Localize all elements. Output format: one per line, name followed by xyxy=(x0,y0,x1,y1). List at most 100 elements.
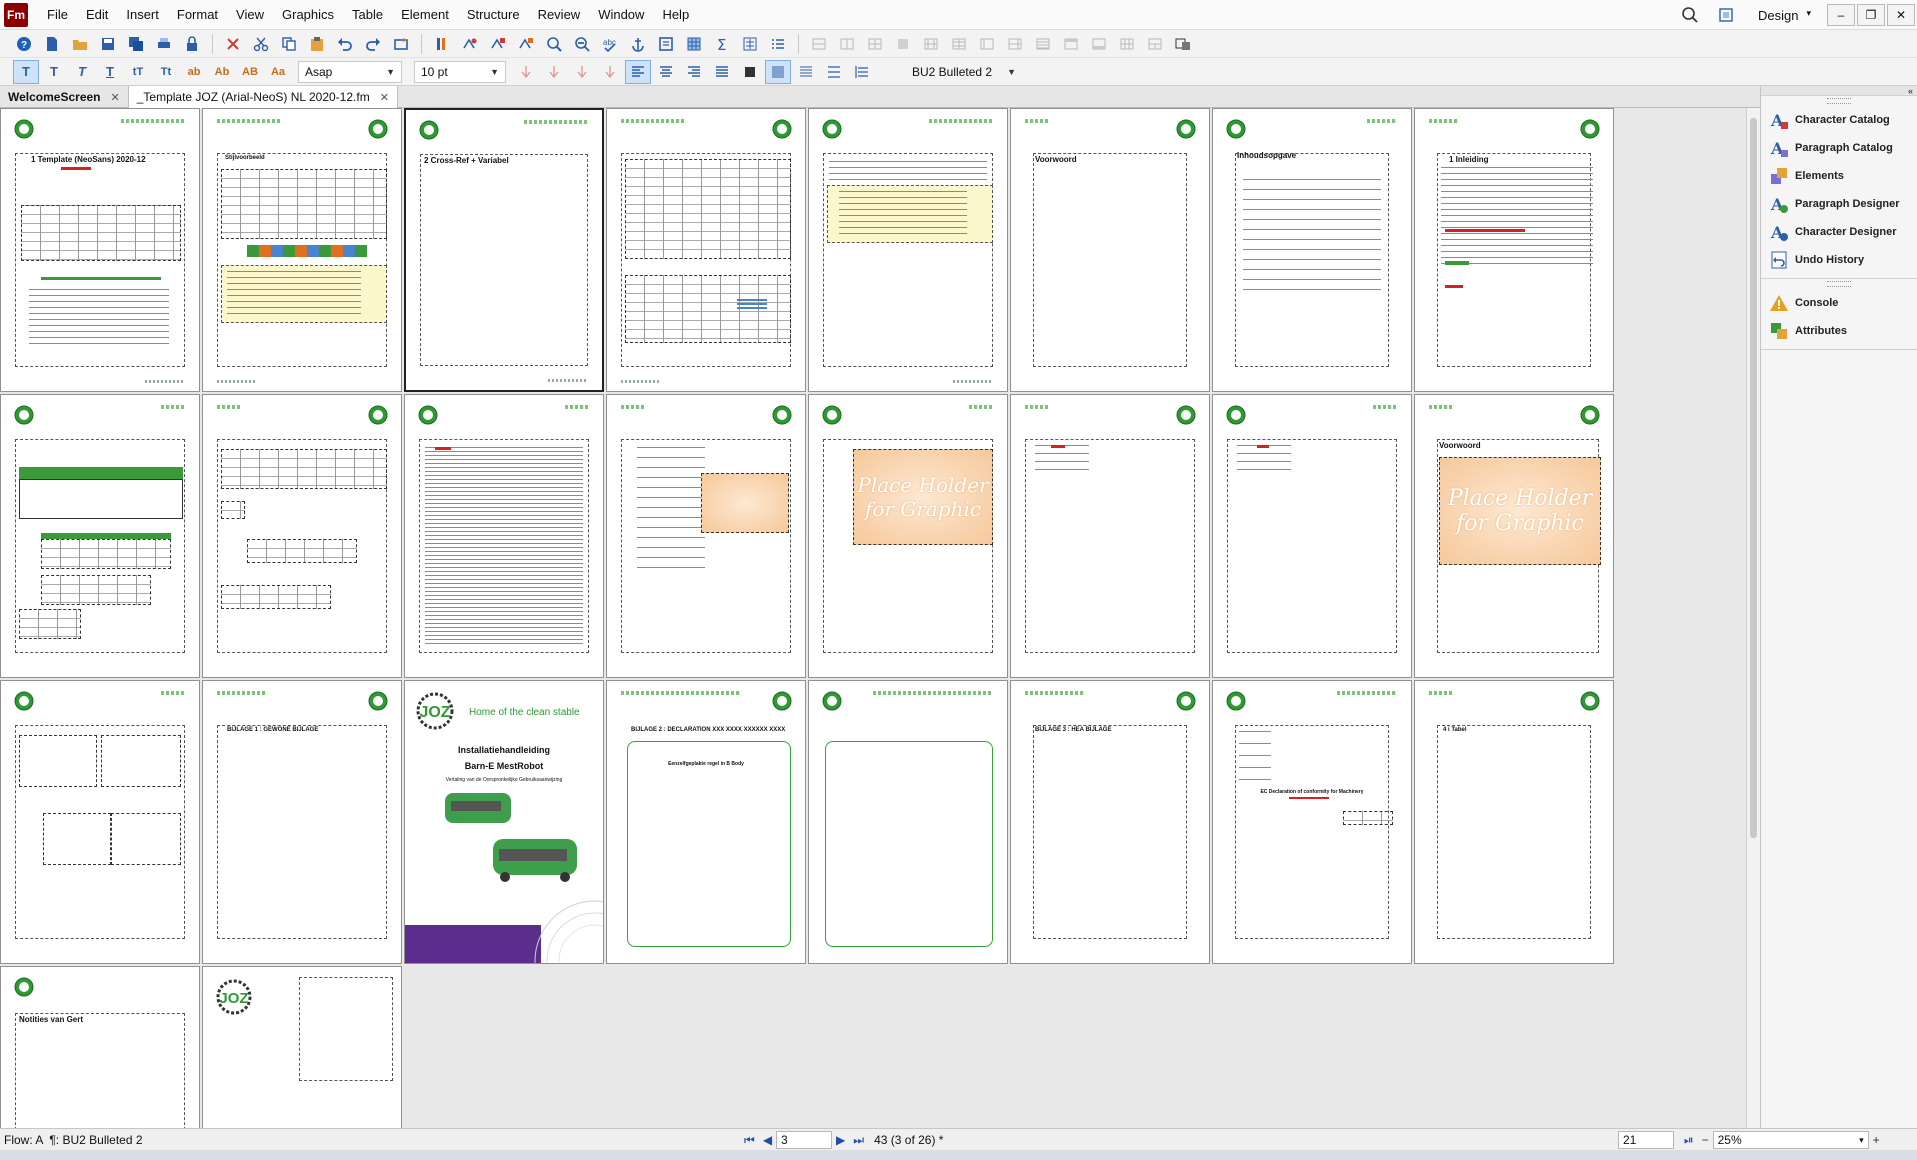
tab-welcome-screen[interactable]: WelcomeScreen ✕ xyxy=(0,86,129,108)
page-thumbnail[interactable] xyxy=(404,394,604,678)
font-size-select[interactable]: 10 pt ▼ xyxy=(414,60,506,83)
panel-collapse-button[interactable]: « xyxy=(1761,86,1917,96)
font-family-select[interactable]: Asap ▼ xyxy=(298,60,402,83)
tab-template-document[interactable]: _Template JOZ (Arial-NeoS) NL 2020-12.fm… xyxy=(128,86,398,108)
menu-help[interactable]: Help xyxy=(653,0,698,30)
align-right-icon[interactable] xyxy=(681,60,707,84)
table-insert-row-icon[interactable] xyxy=(806,32,832,56)
table-footer-icon[interactable] xyxy=(1086,32,1112,56)
paragraph-block-icon[interactable] xyxy=(737,60,763,84)
panel-undo-history[interactable]: Undo History xyxy=(1761,246,1917,274)
page-number-input[interactable]: 3 xyxy=(776,1131,833,1149)
page-thumbnail[interactable] xyxy=(0,680,200,964)
lock-icon[interactable] xyxy=(179,32,205,56)
page-thumbnail[interactable] xyxy=(606,108,806,392)
new-document-icon[interactable] xyxy=(39,32,65,56)
align-objects-icon[interactable] xyxy=(737,32,763,56)
page-thumbnail[interactable]: BIJLAGE 3 : HEA BIJLAGE xyxy=(1010,680,1210,964)
page-thumbnail[interactable] xyxy=(606,394,806,678)
view-options-icon[interactable] xyxy=(1712,4,1740,26)
table-split-icon[interactable] xyxy=(946,32,972,56)
print-icon[interactable] xyxy=(151,32,177,56)
page-thumbnail[interactable]: Stijlvoorbeeld xyxy=(202,108,402,392)
page-thumbnail[interactable]: 1 Template (NeoSans) 2020-12 xyxy=(0,108,200,392)
kern-up-icon[interactable] xyxy=(569,60,595,84)
page-thumbnail[interactable] xyxy=(1212,394,1412,678)
page-thumbnail[interactable]: Inhoudsopgave xyxy=(1212,108,1412,392)
menu-insert[interactable]: Insert xyxy=(117,0,168,30)
menu-element[interactable]: Element xyxy=(392,0,458,30)
menu-table[interactable]: Table xyxy=(343,0,392,30)
page-thumbnail[interactable] xyxy=(1010,394,1210,678)
zoom-in-icon[interactable] xyxy=(541,32,567,56)
table-format-icon[interactable] xyxy=(1030,32,1056,56)
anchor-icon[interactable] xyxy=(625,32,651,56)
page-thumbnail[interactable]: Place Holder for Graphic xyxy=(808,394,1008,678)
align-center-icon[interactable] xyxy=(653,60,679,84)
page-thumbnail[interactable]: Voorwoord xyxy=(1010,108,1210,392)
panel-elements[interactable]: Elements xyxy=(1761,162,1917,190)
panel-character-designer[interactable]: A Character Designer xyxy=(1761,218,1917,246)
zoom-out-button[interactable]: − xyxy=(1702,1133,1709,1147)
table-select-icon[interactable] xyxy=(890,32,916,56)
panel-attributes[interactable]: Attributes xyxy=(1761,317,1917,345)
help-icon[interactable]: ? xyxy=(11,32,37,56)
panel-grip[interactable] xyxy=(1827,281,1851,287)
kern-down-icon[interactable] xyxy=(597,60,623,84)
text-case-initial-button[interactable]: Ab xyxy=(209,60,235,84)
page-thumbnail[interactable]: Voorwoord Place Holder for Graphic xyxy=(1414,394,1614,678)
text-case-lower-button[interactable]: ab xyxy=(181,60,207,84)
toggle-view-icon[interactable]: ⏯ xyxy=(1684,1133,1694,1148)
equation-icon[interactable]: Σ xyxy=(709,32,735,56)
table-cell-icon[interactable] xyxy=(862,32,888,56)
text-style-bold-button[interactable]: T xyxy=(41,60,67,84)
paste-icon[interactable] xyxy=(304,32,330,56)
text-style-underline-button[interactable]: T xyxy=(97,60,123,84)
text-style-superscript-button[interactable]: tT xyxy=(125,60,151,84)
save-icon[interactable] xyxy=(95,32,121,56)
align-justify-icon[interactable] xyxy=(709,60,735,84)
insert-footnote-icon[interactable] xyxy=(513,32,539,56)
line-spacing-single-icon[interactable] xyxy=(765,59,791,84)
page-thumbnail[interactable] xyxy=(0,394,200,678)
text-style-plain-button[interactable]: T xyxy=(13,59,39,84)
table-insert-column-icon[interactable] xyxy=(834,32,860,56)
menu-window[interactable]: Window xyxy=(589,0,653,30)
page-thumbnail[interactable]: Notities van Gert xyxy=(0,966,200,1128)
next-page-button[interactable]: ▶ xyxy=(836,1133,845,1147)
close-button[interactable]: ✕ xyxy=(1887,4,1915,26)
page-thumbnail[interactable]: BIJLAGE 1 : GEWONE BIJLAGE xyxy=(202,680,402,964)
vertical-scrollbar[interactable] xyxy=(1746,108,1760,1128)
text-style-subscript-button[interactable]: Tt xyxy=(153,60,179,84)
table-straddle-icon[interactable] xyxy=(1002,32,1028,56)
line-spacing-double-icon[interactable] xyxy=(821,60,847,84)
page-thumbnail[interactable]: 4 i Tabel xyxy=(1414,680,1614,964)
panel-grip[interactable] xyxy=(1827,98,1851,104)
copy-icon[interactable] xyxy=(276,32,302,56)
page-thumbnail[interactable] xyxy=(202,394,402,678)
menu-edit[interactable]: Edit xyxy=(77,0,117,30)
scrollbar-thumb[interactable] xyxy=(1750,118,1757,838)
menu-graphics[interactable]: Graphics xyxy=(273,0,343,30)
numbered-list-icon[interactable] xyxy=(765,32,791,56)
paragraph-tag-select[interactable]: BU2 Bulleted 2 ▼ xyxy=(906,61,1022,83)
text-style-italic-button[interactable]: T xyxy=(69,60,95,84)
menu-view[interactable]: View xyxy=(227,0,273,30)
table-header-icon[interactable] xyxy=(1058,32,1084,56)
page-thumbnail[interactable] xyxy=(808,680,1008,964)
insert-marker-icon[interactable] xyxy=(429,32,455,56)
workspace-switcher[interactable]: Design ▾ xyxy=(1758,8,1811,23)
close-icon[interactable]: ✕ xyxy=(111,91,120,104)
repeat-icon[interactable] xyxy=(388,32,414,56)
kern-left-icon[interactable] xyxy=(513,60,539,84)
panel-paragraph-designer[interactable]: A Paragraph Designer xyxy=(1761,190,1917,218)
cut-icon[interactable] xyxy=(248,32,274,56)
delete-icon[interactable] xyxy=(220,32,246,56)
text-frame-icon[interactable] xyxy=(653,32,679,56)
table-rotate-icon[interactable] xyxy=(974,32,1000,56)
page-thumbnail[interactable]: EC Declaration of conformity for Machine… xyxy=(1212,680,1412,964)
table-grid-icon[interactable] xyxy=(1114,32,1140,56)
first-page-button[interactable]: ⏮ xyxy=(744,1133,755,1148)
table-properties-icon[interactable] xyxy=(1170,32,1196,56)
panel-character-catalog[interactable]: A Character Catalog xyxy=(1761,106,1917,134)
